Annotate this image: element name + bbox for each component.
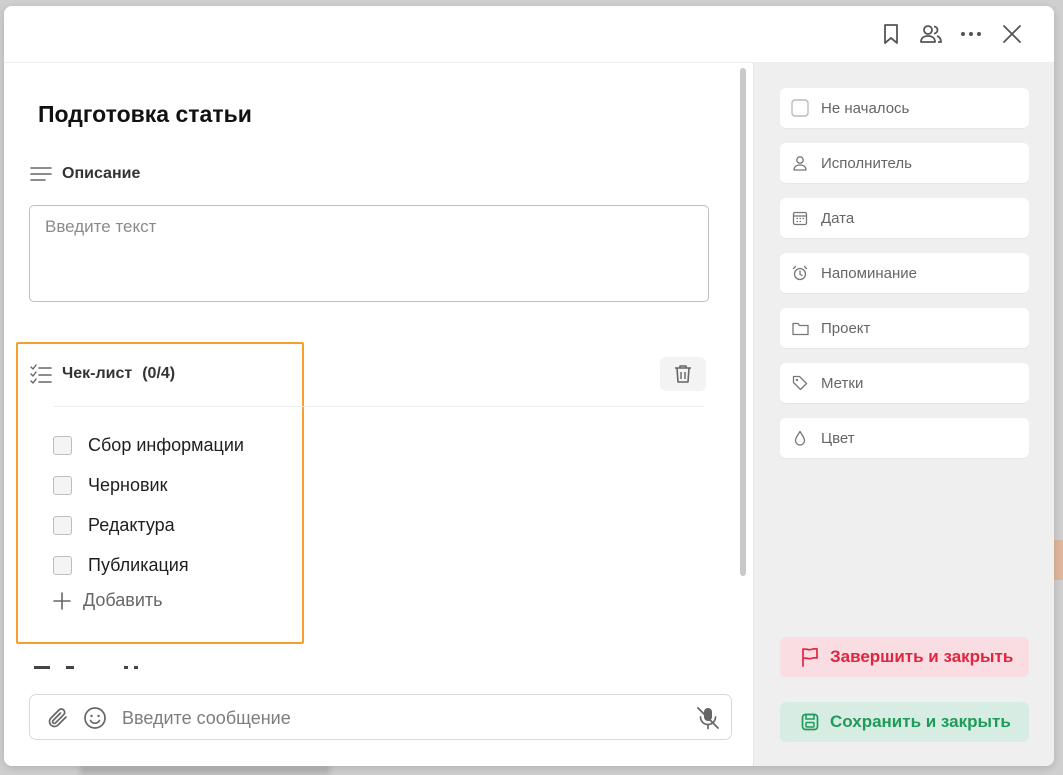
participants-button[interactable] (917, 20, 945, 48)
add-checklist-item-button[interactable]: Добавить (52, 590, 163, 611)
reminder-label: Напоминание (821, 264, 917, 282)
color-label: Цвет (821, 429, 855, 447)
droplet-icon (791, 429, 809, 447)
backdrop-blur (80, 765, 330, 775)
checklist-checkbox[interactable] (53, 516, 72, 535)
alarm-clock-icon (791, 264, 809, 282)
date-selector[interactable]: Дата (780, 198, 1029, 238)
save-icon (800, 712, 820, 732)
task-modal: Подготовка статьи Описание Введите текст… (4, 6, 1054, 766)
save-and-close-button[interactable]: Сохранить и закрыть (780, 702, 1029, 742)
date-label: Дата (821, 209, 855, 227)
checklist-header: Чек-лист (0/4) (30, 364, 175, 384)
plus-icon (53, 591, 71, 610)
delete-checklist-button[interactable] (660, 357, 706, 391)
project-label: Проект (821, 319, 871, 337)
checklist-item: Редактура (53, 515, 175, 536)
checklist-count: (0/4) (142, 365, 176, 382)
more-button[interactable] (957, 20, 985, 48)
checklist-item: Черновик (53, 475, 167, 496)
tags-label: Метки (821, 374, 864, 392)
task-title[interactable]: Подготовка статьи (38, 101, 252, 128)
checklist-item-label[interactable]: Черновик (88, 475, 167, 496)
project-selector[interactable]: Проект (780, 308, 1029, 348)
reminder-selector[interactable]: Напоминание (780, 253, 1029, 293)
checklist-item-label[interactable]: Публикация (88, 555, 189, 576)
users-icon (920, 25, 942, 43)
description-header: Описание (30, 165, 140, 183)
checklist-icon (30, 364, 52, 384)
checklist-checkbox[interactable] (53, 556, 72, 575)
description-icon (30, 167, 52, 181)
close-button[interactable] (998, 20, 1026, 48)
description-field[interactable]: Введите текст (29, 205, 709, 302)
clipped-section-heading (34, 662, 154, 672)
paperclip-icon[interactable] (46, 706, 70, 730)
folder-icon (791, 319, 809, 337)
emoji-icon[interactable] (83, 706, 107, 730)
description-heading: Описание (62, 165, 141, 182)
tags-selector[interactable]: Метки (780, 363, 1029, 403)
status-label: Не началось (821, 99, 910, 117)
checklist-item-label[interactable]: Сбор информации (88, 435, 244, 456)
checklist-checkbox[interactable] (53, 436, 72, 455)
checklist-item: Публикация (53, 555, 189, 576)
color-selector[interactable]: Цвет (780, 418, 1029, 458)
mic-off-icon[interactable] (695, 705, 721, 731)
finish-label: Завершить и закрыть (830, 647, 1014, 666)
bookmark-icon (884, 24, 898, 44)
user-icon (791, 154, 809, 172)
close-icon (1003, 25, 1021, 43)
more-icon (961, 32, 981, 36)
assignee-label: Исполнитель (821, 154, 912, 172)
checklist-heading: Чек-лист (62, 365, 133, 382)
calendar-icon (791, 209, 809, 227)
task-details-pane: Подготовка статьи Описание Введите текст… (4, 63, 752, 766)
task-properties-panel: Не началось Исполнитель Дата Напоминание… (753, 63, 1054, 766)
status-selector[interactable]: Не началось (780, 88, 1029, 128)
checklist-divider (54, 406, 704, 407)
message-composer (29, 694, 732, 740)
flag-icon (800, 647, 820, 667)
checklist-item-label[interactable]: Редактура (88, 515, 175, 536)
scrollbar[interactable] (740, 68, 746, 576)
message-input[interactable] (120, 702, 684, 734)
bookmark-button[interactable] (877, 20, 905, 48)
assignee-selector[interactable]: Исполнитель (780, 143, 1029, 183)
description-placeholder: Введите текст (45, 217, 157, 236)
finish-and-close-button[interactable]: Завершить и закрыть (780, 637, 1029, 677)
modal-header (4, 6, 1054, 63)
checklist-checkbox[interactable] (53, 476, 72, 495)
status-checkbox-icon (791, 99, 809, 117)
tag-icon (791, 374, 809, 392)
checklist-item: Сбор информации (53, 435, 244, 456)
add-label: Добавить (83, 590, 163, 610)
save-label: Сохранить и закрыть (830, 712, 1011, 731)
trash-icon (675, 365, 691, 383)
